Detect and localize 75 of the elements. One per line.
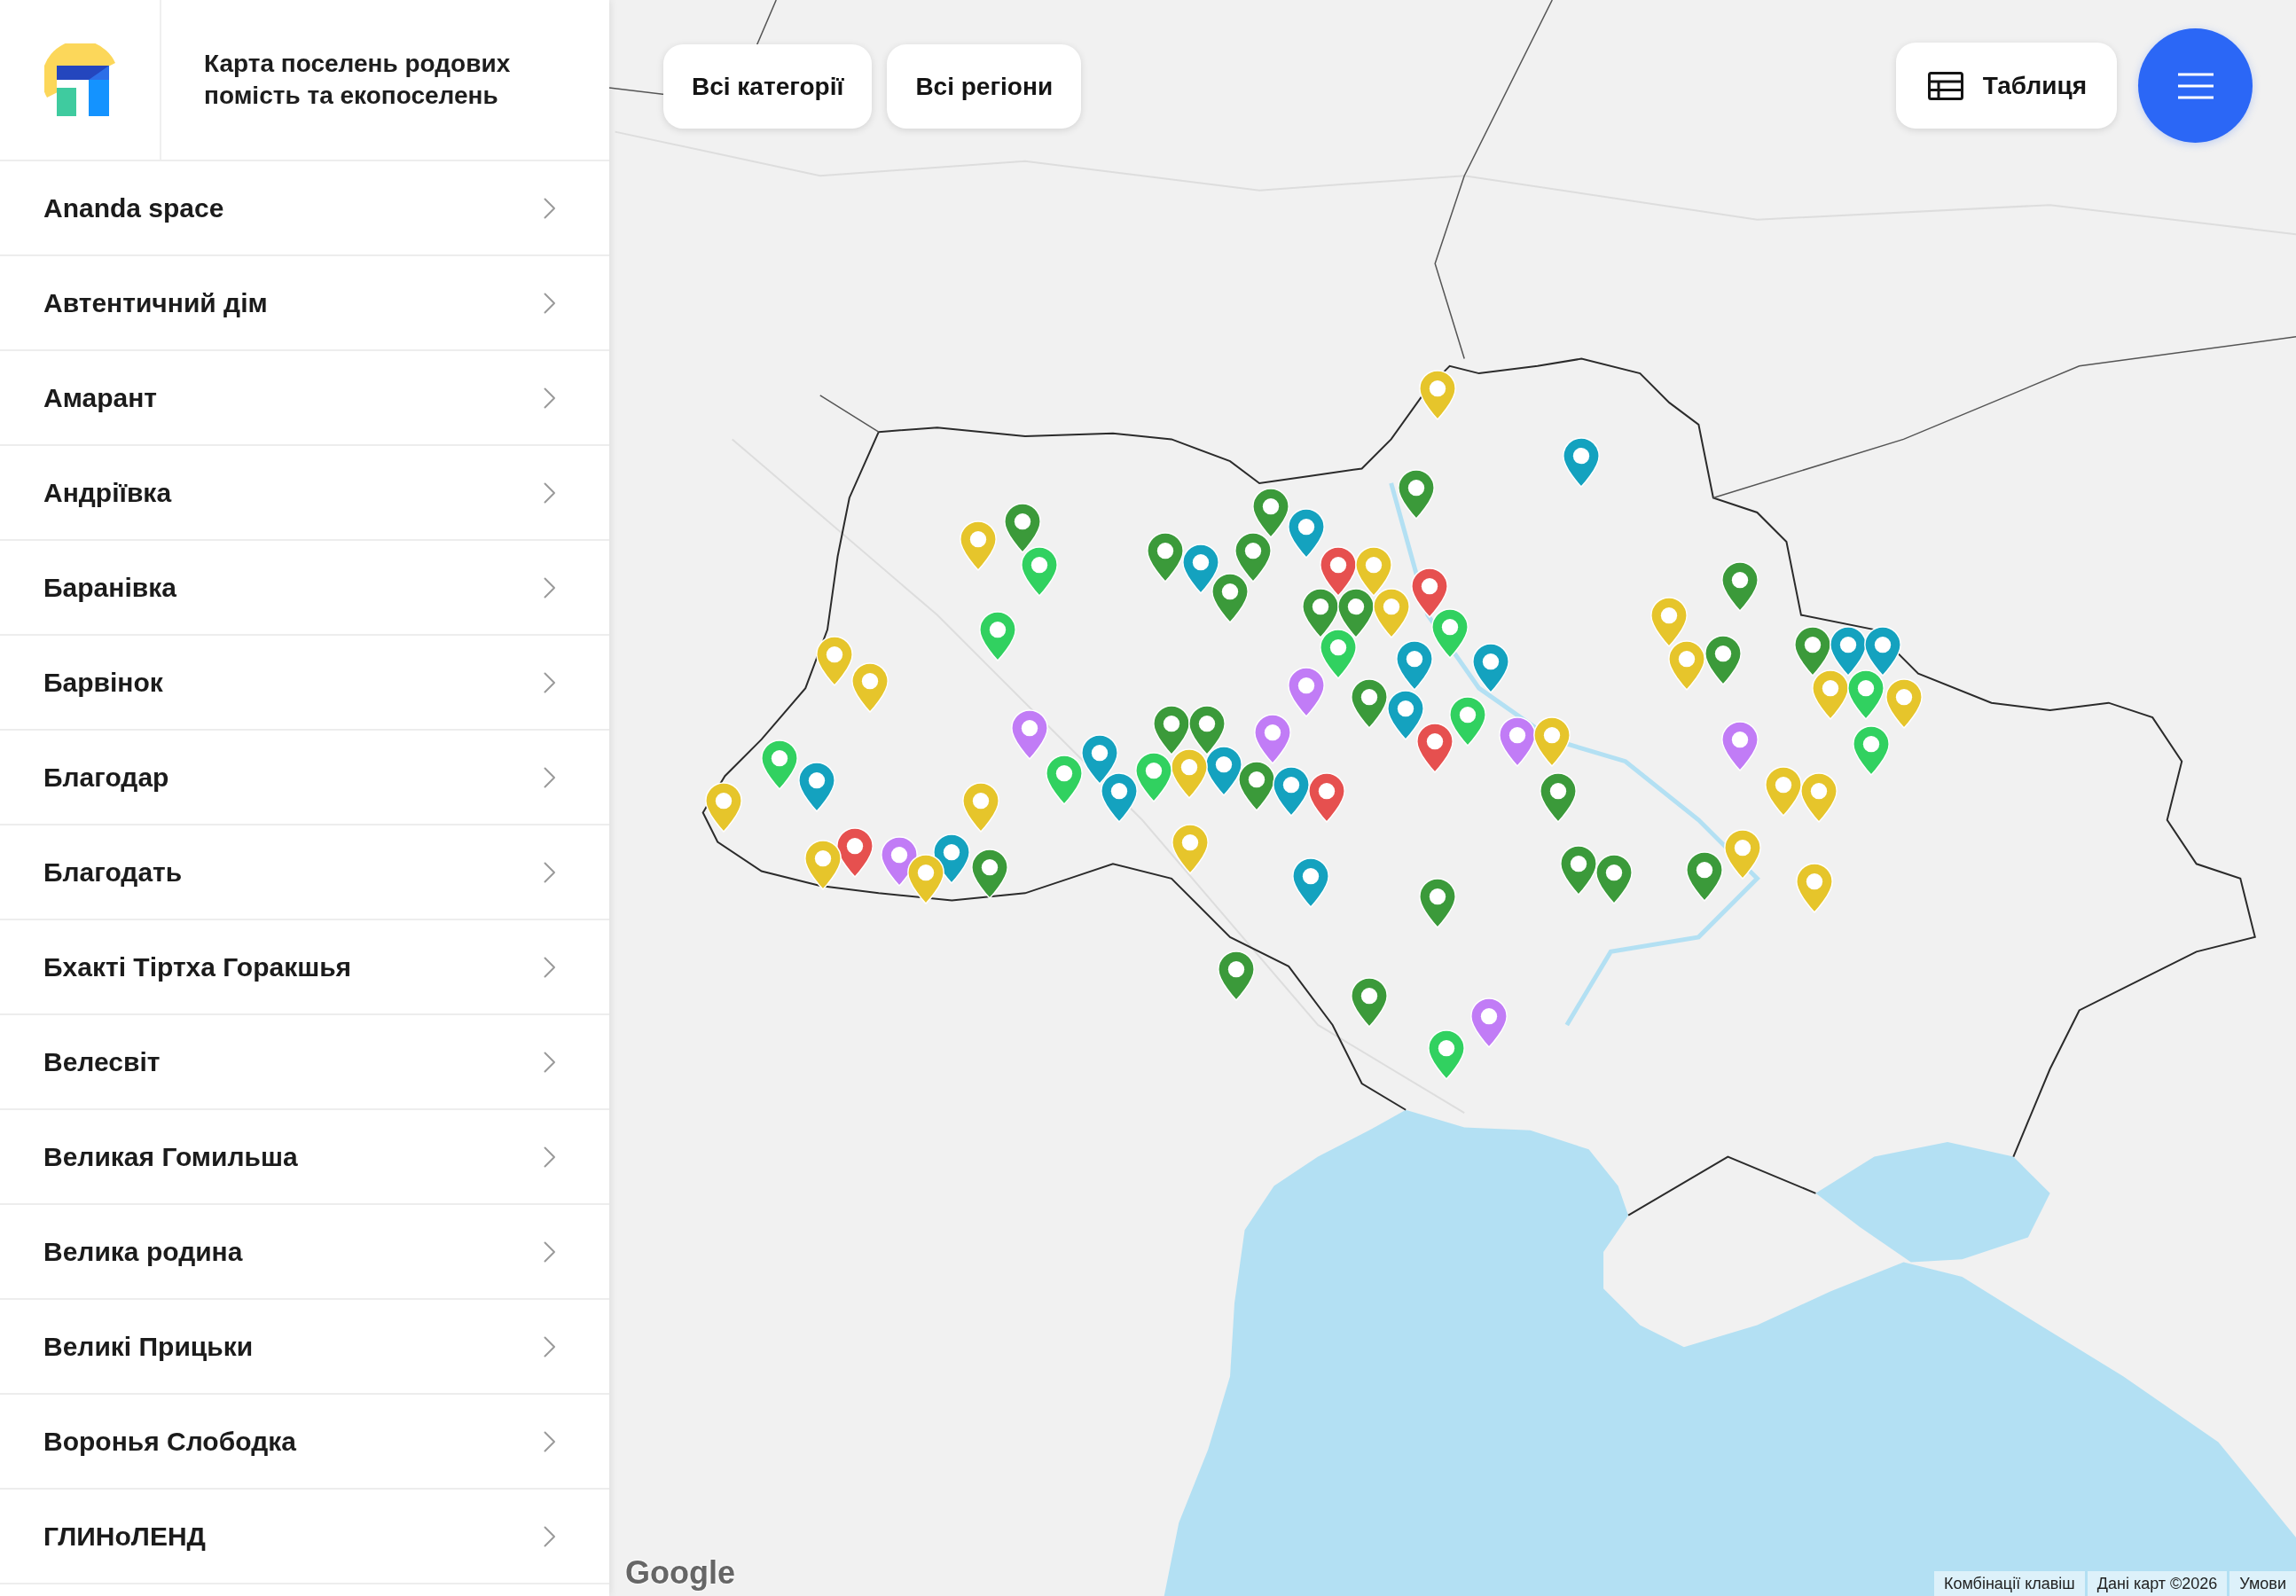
settlement-item[interactable]: Великі Прицьки [0,1300,609,1395]
map-footer-link[interactable]: Комбінації клавіш [1933,1571,2085,1596]
map-pin-icon[interactable] [970,847,1010,900]
map-pin-icon[interactable] [1152,703,1191,756]
chevron-right-icon [544,1430,556,1452]
chevron-right-icon [544,1240,556,1263]
chevron-right-icon [544,292,556,314]
map-pin-icon[interactable] [1396,467,1436,520]
chevron-right-icon [544,766,556,788]
map-pin-icon[interactable] [835,826,875,880]
map-pin-icon[interactable] [1211,572,1250,625]
settlement-item[interactable]: Велика родина [0,1205,609,1300]
map-pin-icon[interactable] [1336,586,1376,639]
chevron-right-icon [544,1051,556,1073]
map-pin-icon[interactable] [1447,694,1487,747]
settlement-item[interactable]: Бхакті Тіртха Горакшья [0,920,609,1015]
map-pin-icon[interactable] [1720,559,1759,613]
settlement-item[interactable]: Ananda space [0,161,609,256]
chevron-right-icon [544,1335,556,1357]
chevron-right-icon [544,1146,556,1168]
map-pin-icon[interactable] [1181,543,1220,596]
settlement-item[interactable]: Баранівка [0,541,609,636]
settlement-item[interactable]: Амарант [0,351,609,446]
site-title: Карта поселень родових помість та екопоселень [204,49,512,111]
map-pin-icon[interactable] [1204,745,1244,797]
map-pin-icon[interactable] [1234,530,1273,583]
settlement-item[interactable]: Благодар [0,731,609,825]
chevron-right-icon [544,481,556,504]
chevron-right-icon [544,671,556,693]
logo-icon [43,43,116,116]
settlement-item[interactable]: Барвінок [0,636,609,731]
chevron-right-icon [544,956,556,978]
map-pin-icon[interactable] [1684,849,1724,903]
map-pin-icon[interactable] [905,853,945,906]
settlement-item[interactable]: Великая Гомильша [0,1110,609,1205]
map-pin-icon[interactable] [703,781,743,834]
map-pin-icon[interactable] [1415,721,1455,774]
chevron-right-icon [544,387,556,409]
map-pin-icon[interactable] [1251,487,1291,540]
map-pin-icon[interactable] [803,838,843,891]
chevron-right-icon [544,197,556,219]
menu-icon [2177,72,2214,99]
settlement-item[interactable]: Автентичний дім [0,256,609,351]
map-pin-icon[interactable] [1594,853,1634,906]
filter-button[interactable]: Всі категорії [663,44,873,129]
table-button[interactable]: Таблиця [1895,43,2117,129]
map-pin-icon[interactable] [1169,747,1209,801]
filter-button[interactable]: Всі регіони [887,44,1082,129]
settlement-item[interactable]: Воронья Слободка [0,1395,609,1490]
map-pin-icon[interactable] [1418,876,1458,929]
map-pin-icon[interactable] [1319,627,1359,680]
map-pin-icon[interactable] [1704,633,1744,686]
map-pin-icon[interactable] [1216,950,1256,1003]
map-pin-icon[interactable] [1386,689,1426,742]
chevron-right-icon [544,576,556,598]
chevron-right-icon [544,861,556,883]
map-pin-icon[interactable] [1307,771,1346,824]
map-pin-icon[interactable] [1236,759,1276,812]
map-pin-icon[interactable] [1409,566,1449,619]
map-pin-icon[interactable] [1349,975,1389,1029]
map-pin-icon[interactable] [1793,624,1833,677]
map-footer-link[interactable]: Умови [2229,1571,2296,1596]
map-pin-icon[interactable] [1559,844,1598,897]
map-pin-icon[interactable] [1002,501,1042,554]
map-pin-icon[interactable] [1538,771,1578,824]
settlement-item[interactable]: Благодать [0,825,609,920]
settlement-item[interactable]: Андріївка [0,446,609,541]
map-pin-icon[interactable] [1146,530,1186,583]
table-icon [1927,71,1963,100]
map-footer-link[interactable]: Дані карт ©2026 [2087,1571,2228,1596]
map-logo: Google [625,1555,735,1591]
settlement-item[interactable]: ГЛИНоЛЕНД [0,1490,609,1584]
map-pin-icon[interactable] [1349,677,1389,731]
settlement-item[interactable]: Велесвіт [0,1015,609,1110]
chevron-right-icon [544,1525,556,1547]
